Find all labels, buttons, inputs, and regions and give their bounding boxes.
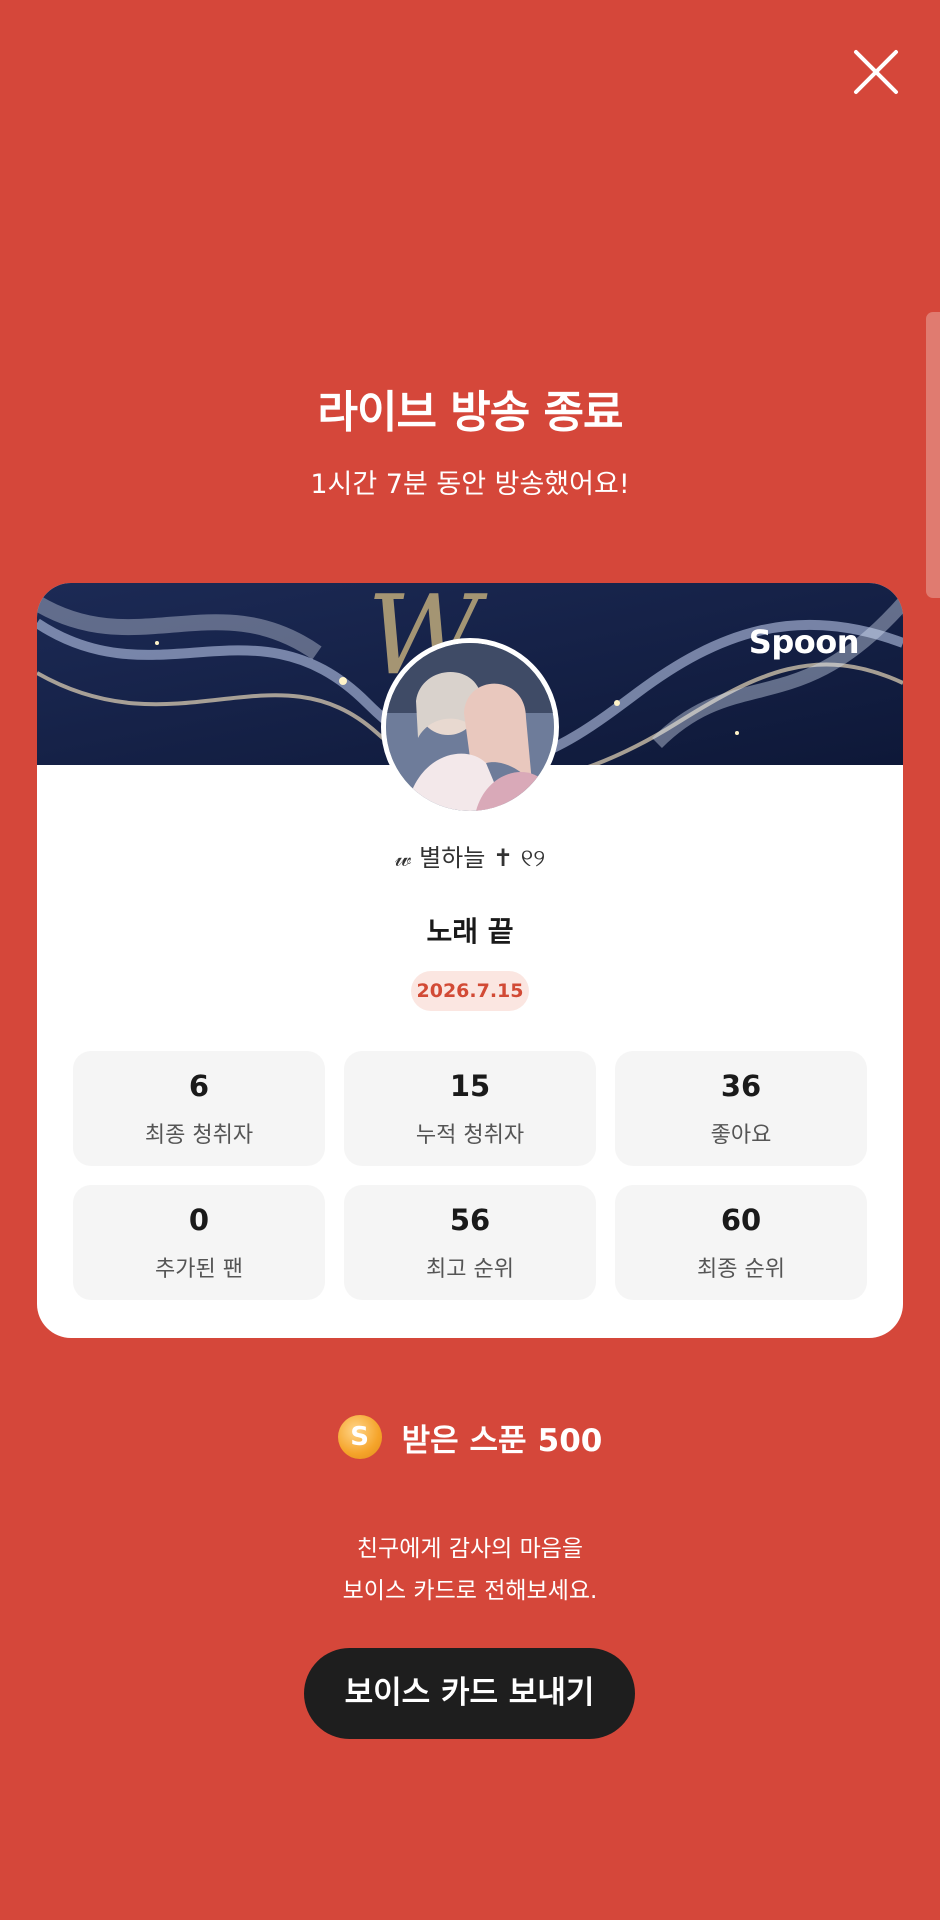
- stat-value: 15: [449, 1069, 491, 1103]
- thanks-message: 친구에게 감사의 마음을 보이스 카드로 전해보세요.: [0, 1528, 940, 1612]
- stat-final-rank: 60 최종 순위: [615, 1185, 867, 1300]
- page-title: 라이브 방송 종료: [317, 387, 624, 438]
- stat-label: 추가된 팬: [155, 1257, 243, 1282]
- broadcast-summary-card: W Spoon 𝓌 별하늘 ✝ ୧୨ 노래 끝 2026.7.15 6 최종 청…: [37, 583, 903, 1338]
- scrollbar[interactable]: [926, 312, 940, 598]
- spoon-coin-icon: S: [337, 1415, 382, 1459]
- broadcast-title: 노래 끝: [426, 915, 514, 948]
- spoon-logo: Spoon: [748, 623, 860, 661]
- stat-label: 최종 순위: [697, 1257, 785, 1282]
- broadcast-date-badge: 2026.7.15: [411, 971, 529, 1011]
- close-icon: [854, 50, 898, 94]
- received-spoons: S 받은 스푼 500: [0, 1412, 940, 1462]
- stat-likes: 36 좋아요: [615, 1051, 867, 1166]
- stat-value: 36: [720, 1069, 762, 1103]
- close-button[interactable]: [848, 44, 904, 100]
- host-nickname: 𝓌 별하늘 ✝ ୧୨: [394, 844, 546, 872]
- avatar[interactable]: [381, 638, 559, 816]
- stat-label: 최고 순위: [426, 1257, 514, 1282]
- received-spoons-count: 500: [537, 1422, 603, 1459]
- stats-grid: 6 최종 청취자 15 누적 청취자 36 좋아요 0 추가된 팬 56 최고 …: [73, 1051, 869, 1300]
- stat-highest-rank: 56 최고 순위: [344, 1185, 596, 1300]
- thanks-message-line1: 친구에게 감사의 마음을: [356, 1536, 584, 1562]
- stat-label: 최종 청취자: [144, 1123, 254, 1148]
- stat-value: 60: [720, 1203, 762, 1237]
- stat-value: 56: [449, 1203, 491, 1237]
- send-voice-card-button[interactable]: 보이스 카드 보내기: [304, 1648, 635, 1739]
- stat-final-listeners: 6 최종 청취자: [73, 1051, 325, 1166]
- stat-total-listeners: 15 누적 청취자: [344, 1051, 596, 1166]
- received-spoons-label: 받은 스푼: [401, 1422, 527, 1459]
- stat-label: 누적 청취자: [415, 1123, 525, 1148]
- broadcast-duration: 1시간 7분 동안 방송했어요!: [310, 469, 630, 500]
- thanks-message-line2: 보이스 카드로 전해보세요.: [342, 1578, 598, 1604]
- stat-label: 좋아요: [710, 1123, 772, 1148]
- stat-new-fans: 0 추가된 팬: [73, 1185, 325, 1300]
- stat-value: 6: [188, 1069, 210, 1103]
- stat-value: 0: [188, 1203, 210, 1237]
